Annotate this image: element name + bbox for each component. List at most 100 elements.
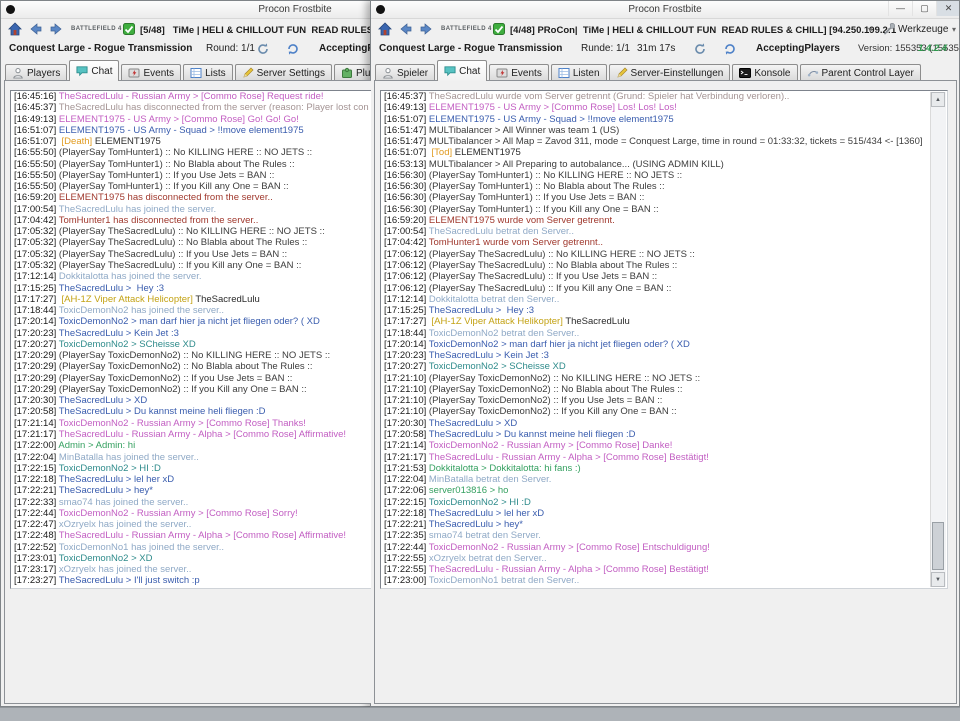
chat-line: [17:22:18] TheSacredLulu > lel her xD: [381, 508, 947, 519]
tab-players[interactable]: Spieler: [375, 64, 435, 81]
chat-line: [17:21:53] Dokkitalotta > Dokkitalotta: …: [381, 463, 947, 474]
server-dropdown-icon[interactable]: ▾: [868, 25, 872, 34]
chat-line: [17:20:23] TheSacredLulu > Kein Jet :3: [381, 350, 947, 361]
refresh-icon[interactable]: [693, 42, 707, 56]
toolbar: BATTLEFIELD 4 [4/48] PRoCon| TiMe | HELI…: [371, 18, 959, 40]
chat-line: [16:53:13] MULTibalancer > All Preparing…: [381, 159, 947, 170]
tab-chat[interactable]: Chat: [69, 60, 119, 81]
tab-console[interactable]: Konsole: [732, 64, 797, 81]
server-name[interactable]: [4/48] PRoCon| TiMe | HELI & CHILLOUT FU…: [510, 25, 896, 36]
chat-line: [16:55:50] (PlayerSay TomHunter1) :: No …: [11, 147, 372, 158]
chat-line: [17:05:32] (PlayerSay TheSacredLulu) :: …: [11, 249, 372, 260]
maximize-button[interactable]: ▢: [912, 1, 936, 16]
chat-line: [16:59:20] ELEMENT1975 has disconnected …: [11, 192, 372, 203]
chat-line: [16:45:37] TheSacredLulu wurde vom Serve…: [381, 91, 947, 102]
round-label: Runde: 1/1: [581, 43, 630, 54]
chat-line: [17:23:01] ToxicDemonNo2 > XD: [11, 553, 372, 564]
chat-line: [17:22:52] ToxicDemonNo1 has joined the …: [11, 542, 372, 553]
chat-line: [17:22:21] TheSacredLulu > hey*: [381, 519, 947, 530]
home-icon[interactable]: [8, 22, 22, 36]
map-name: Conquest Large - Rogue Transmission: [379, 43, 562, 54]
events-icon: [496, 67, 508, 79]
chat-line: [17:05:32] (PlayerSay TheSacredLulu) :: …: [11, 226, 372, 237]
chat-line: [17:21:14] ToxicDemonNo2 - Russian Army …: [381, 440, 947, 451]
chat-line: [17:22:48] TheSacredLulu - Russian Army …: [11, 530, 372, 541]
chat-line: [17:15:25] TheSacredLulu > Hey :3: [381, 305, 947, 316]
forward-icon[interactable]: [49, 22, 63, 36]
chat-line: [17:12:14] Dokkitalotta has joined the s…: [11, 271, 372, 282]
minimize-button[interactable]: —: [888, 1, 912, 16]
reload-icon[interactable]: [723, 42, 737, 56]
chat-line: [16:45:16] TheSacredLulu - Russian Army …: [11, 91, 372, 102]
chat-line: [17:22:04] MinBatalla has joined the ser…: [11, 452, 372, 463]
tab-players[interactable]: Players: [5, 64, 67, 81]
chat-line: [17:22:15] ToxicDemonNo2 > HI :D: [11, 463, 372, 474]
server-name[interactable]: [5/48] TiMe | HELI & CHILLOUT FUN READ R…: [140, 25, 372, 36]
tab-events[interactable]: Events: [121, 64, 181, 81]
chat-line: [17:18:44] ToxicDemonNo2 has joined the …: [11, 305, 372, 316]
chat-line: [17:06:12] (PlayerSay TheSacredLulu) :: …: [381, 283, 947, 294]
info-row: Conquest Large - Rogue Transmission Roun…: [1, 40, 372, 60]
chat-line: [17:12:14] Dokkitalotta betrat den Serve…: [381, 294, 947, 305]
tab-events[interactable]: Events: [489, 64, 549, 81]
titlebar[interactable]: Procon Frostbite: [1, 1, 372, 19]
scrollbar-thumb[interactable]: [932, 522, 944, 570]
chat-line: [16:49:13] ELEMENT1975 - US Army > [Comm…: [11, 114, 372, 125]
window-title: Procon Frostbite: [1, 4, 372, 15]
chat-line: [17:20:30] TheSacredLulu > XD: [381, 418, 947, 429]
scroll-up-icon[interactable]: ▲: [931, 92, 945, 107]
round-label: Round: 1/1: [206, 43, 255, 54]
chat-line: [16:51:07] ELEMENT1975 - US Army - Squad…: [381, 114, 947, 125]
wrench-icon[interactable]: [882, 22, 896, 36]
scrollbar[interactable]: ▲ ▼: [930, 92, 946, 587]
tab-chat[interactable]: Chat: [437, 60, 487, 81]
pencil-icon: [242, 67, 254, 79]
chat-line: [16:51:07] [Death] ELEMENT1975: [11, 136, 372, 147]
tab-server-settings[interactable]: Server Settings: [235, 64, 332, 81]
titlebar[interactable]: Procon Frostbite — ▢ ✕: [371, 1, 959, 19]
refresh-icon[interactable]: [256, 42, 270, 56]
chat-line: [16:51:07] ELEMENT1975 - US Army - Squad…: [11, 125, 372, 136]
chat-line: [17:21:10] (PlayerSay ToxicDemonNo2) :: …: [381, 406, 947, 417]
chat-line: [16:51:07] [Tod] ELEMENT1975: [381, 147, 947, 158]
chat-line: [17:20:27] ToxicDemonNo2 > SCheisse XD: [11, 339, 372, 350]
chat-line: [17:17:27] [AH-1Z Viper Attack Helicopte…: [11, 294, 372, 305]
desktop-taskbar-strip: [0, 707, 960, 721]
scroll-down-icon[interactable]: ▼: [931, 572, 945, 587]
map-name: Conquest Large - Rogue Transmission: [9, 43, 192, 54]
forward-icon[interactable]: [419, 22, 433, 36]
window-controls: — ▢ ✕: [888, 1, 960, 16]
chat-line: [17:00:54] TheSacredLulu betrat den Serv…: [381, 226, 947, 237]
chat-line: [17:22:35] smao74 betrat den Server.: [381, 530, 947, 541]
home-icon[interactable]: [378, 22, 392, 36]
chat-line: [17:06:12] (PlayerSay TheSacredLulu) :: …: [381, 271, 947, 282]
tools-menu[interactable]: Werkzeuge: [898, 24, 948, 35]
chat-line: [16:59:20] ELEMENT1975 wurde vom Server …: [381, 215, 947, 226]
tab-parent-control-layer[interactable]: Parent Control Layer: [800, 64, 921, 81]
close-button[interactable]: ✕: [936, 1, 960, 16]
chat-log[interactable]: [16:45:37] TheSacredLulu wurde vom Serve…: [380, 90, 948, 589]
tab-plugins[interactable]: Plugins: [334, 64, 372, 81]
reload-icon[interactable]: [286, 42, 300, 56]
tools-dropdown-icon[interactable]: ▾: [952, 25, 956, 34]
chat-line: [17:22:18] TheSacredLulu > lel her xD: [11, 474, 372, 485]
chat-line: [17:20:30] TheSacredLulu > XD: [11, 395, 372, 406]
tab-lists[interactable]: Listen: [551, 64, 607, 81]
round-time: 31m 17s: [637, 43, 675, 54]
server-ok-icon: [493, 23, 505, 35]
procon-window-en: Procon Frostbite BATTLEFIELD 4 [5/48] Ti…: [0, 0, 372, 707]
back-icon[interactable]: [29, 22, 43, 36]
chat-line: [16:55:50] (PlayerSay TomHunter1) :: If …: [11, 170, 372, 181]
chat-line: [17:20:58] TheSacredLulu > Du kannst mei…: [11, 406, 372, 417]
chat-log[interactable]: [16:45:16] TheSacredLulu - Russian Army …: [10, 90, 372, 589]
chat-line: [16:45:37] TheSacredLulu has disconnecte…: [11, 102, 372, 113]
chat-line: [16:56:30] (PlayerSay TomHunter1) :: No …: [381, 181, 947, 192]
back-icon[interactable]: [399, 22, 413, 36]
tab-lists[interactable]: Lists: [183, 64, 233, 81]
build-number: 1.4.2.4: [918, 43, 947, 54]
chat-line: [16:49:13] ELEMENT1975 - US Army > [Comm…: [381, 102, 947, 113]
tab-server-settings[interactable]: Server-Einstellungen: [609, 64, 731, 81]
chat-line: [17:00:54] TheSacredLulu has joined the …: [11, 204, 372, 215]
chat-line: [17:21:17] TheSacredLulu - Russian Army …: [381, 452, 947, 463]
server-state: AcceptingPlayers: [319, 43, 372, 54]
